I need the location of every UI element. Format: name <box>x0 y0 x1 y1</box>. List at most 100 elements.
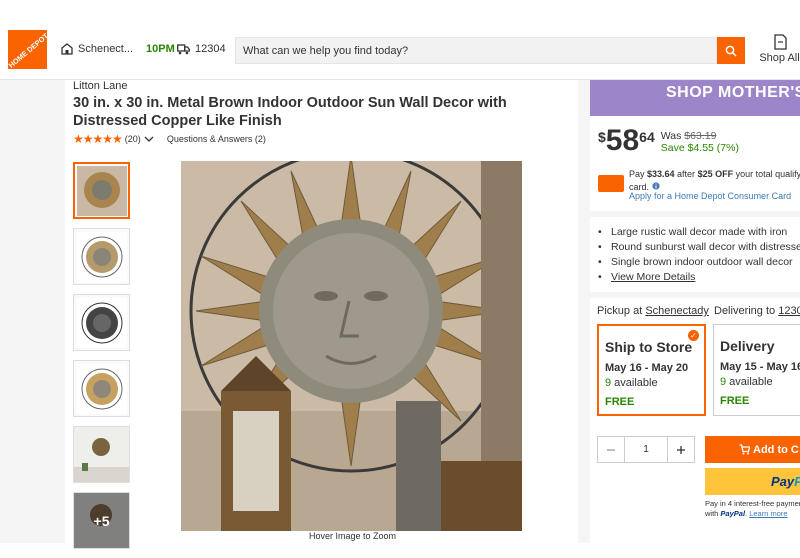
room-thumbnail-image <box>74 427 129 482</box>
ship-dates: May 16 - May 20 <box>605 362 689 374</box>
store-selector[interactable]: Schenect... 10PM <box>61 43 175 55</box>
sun-thumbnail-image <box>76 231 127 282</box>
minus-icon <box>607 448 615 451</box>
thumbnail-1[interactable] <box>73 162 130 219</box>
promo-text-part: Pay <box>629 169 648 179</box>
menu-icon <box>773 34 787 50</box>
product-hero-image[interactable] <box>181 161 522 531</box>
apply-card-link[interactable]: Apply for a Home Depot Consumer Card <box>629 191 791 201</box>
info-icon[interactable] <box>651 182 660 190</box>
zip-code: 12304 <box>195 43 226 55</box>
hover-zoom-hint: Hover Image to Zoom <box>309 531 397 541</box>
quantity-stepper: 1 <box>597 436 695 463</box>
store-close-time: 10PM <box>146 43 175 55</box>
decrement-button[interactable] <box>598 437 624 462</box>
highlight-item: Large rustic wall decor made with iron <box>598 225 800 240</box>
sun-thumbnail-image <box>76 297 127 348</box>
ship-availability: 9 available <box>605 377 698 389</box>
promo-line-1: Pay $33.64 after $25 OFF your total qual… <box>629 168 800 181</box>
highlight-item: Round sunburst wall decor with distresse… <box>598 240 800 255</box>
paypal-note-text: with <box>705 509 721 518</box>
was-price: $63.19 <box>684 130 717 142</box>
store-icon <box>61 43 73 55</box>
delivery-availability: 9 available <box>720 376 800 388</box>
was-label: Was <box>660 130 682 142</box>
promo-banner[interactable]: SHOP MOTHER'S D <box>590 80 800 116</box>
review-count[interactable]: (20) <box>125 134 141 144</box>
delivery-title: Delivery <box>720 338 775 354</box>
chevron-down-icon[interactable] <box>144 136 154 143</box>
paypal-learn-more-link[interactable]: Learn more <box>749 509 787 518</box>
ship-cost: FREE <box>605 396 635 408</box>
ship-to-store-option[interactable]: ✓ Ship to Store May 16 - May 20 9 availa… <box>597 324 706 416</box>
search-input[interactable]: What can we help you find today? <box>235 37 717 64</box>
promo-text-part: your total qualifying <box>735 169 800 179</box>
add-to-cart-button[interactable]: Add to C <box>705 436 800 463</box>
paypal-note-line-2: with PayPal. Learn more <box>705 509 800 519</box>
thumbnail-5[interactable] <box>73 426 130 483</box>
pickup-label: Pickup at <box>597 305 643 317</box>
product-main: Litton Lane 30 in. x 30 in. Metal Brown … <box>65 80 578 549</box>
promo-amount: $33.64 <box>647 169 675 179</box>
shop-all-label: Shop All <box>759 52 800 64</box>
delivery-row: Delivering to 12304 <box>714 305 800 317</box>
quantity-input[interactable]: 1 <box>624 437 668 462</box>
paypal-note-brand: PayPal <box>720 509 746 518</box>
product-highlights: Large rustic wall decor made with iron R… <box>598 225 800 285</box>
delivery-zip-selector[interactable]: 12304 <box>177 43 226 55</box>
paypal-wordmark-a: Pay <box>771 474 795 489</box>
store-name: Schenect... <box>78 43 134 55</box>
price-cents: 64 <box>639 129 655 145</box>
thumbnail-2[interactable] <box>73 228 130 285</box>
paypal-note: Pay in 4 interest-free payments with Pay… <box>705 499 800 519</box>
sun-thumbnail-image <box>76 165 127 216</box>
deliver-label: Delivering to <box>714 305 776 317</box>
price-dollar-sign: $ <box>598 129 606 145</box>
thumbnail-3[interactable] <box>73 294 130 351</box>
paypal-wordmark-b: P <box>794 474 800 489</box>
plus-icon <box>677 445 685 454</box>
rating-stars[interactable]: ★★★★★ <box>73 132 123 146</box>
delivery-cost: FREE <box>720 395 750 407</box>
cart-icon <box>739 444 750 455</box>
thumbnail-more[interactable]: +5 <box>73 492 130 549</box>
promo-text-part: after <box>674 169 698 179</box>
delivery-dates: May 15 - May 16 <box>720 361 800 373</box>
search-icon <box>725 45 737 57</box>
promo-discount: $25 OFF <box>697 169 734 179</box>
product-brand[interactable]: Litton Lane <box>73 80 127 92</box>
thumbnail-4[interactable] <box>73 360 130 417</box>
was-price-block: Was $63.19 Save $4.55 (7%) <box>661 130 739 154</box>
delivery-option[interactable]: Delivery May 15 - May 16 9 available FRE… <box>713 324 800 416</box>
search-button[interactable] <box>717 37 745 64</box>
increment-button[interactable] <box>668 437 694 462</box>
price-dollars: 58 <box>605 124 640 157</box>
site-header: HOME DEPOT Schenect... 10PM 12304 What c… <box>0 0 800 80</box>
paypal-button[interactable]: PayP <box>705 468 800 495</box>
shop-all-button[interactable]: Shop All <box>757 34 800 64</box>
price-block: $ 58 64 Was $63.19 Save $4.55 (7%) <box>598 126 739 156</box>
ship-to-store-title: Ship to Store <box>605 339 693 355</box>
delivery-available-text: available <box>726 376 773 388</box>
product-title: 30 in. x 30 in. Metal Brown Indoor Outdo… <box>73 95 507 129</box>
delivery-zip-link[interactable]: 12304 <box>778 305 800 317</box>
more-images-count: +5 <box>74 493 129 548</box>
rating-row: ★★★★★ (20) Questions & Answers (2) <box>73 132 266 146</box>
questions-answers-link[interactable]: Questions & Answers (2) <box>167 134 266 144</box>
check-icon: ✓ <box>688 330 699 341</box>
truck-icon <box>177 43 190 54</box>
home-depot-logo[interactable]: HOME DEPOT <box>8 30 47 69</box>
section-divider <box>590 292 800 298</box>
view-more-details-link[interactable]: View More Details <box>598 270 800 285</box>
pickup-store-link[interactable]: Schenectady <box>645 305 709 317</box>
credit-card-icon <box>598 175 624 192</box>
highlight-item: Single brown indoor outdoor wall decor <box>598 255 800 270</box>
thumbnail-list: +5 <box>73 162 130 558</box>
savings-text: Save $4.55 (7%) <box>660 142 739 154</box>
logo-mark: HOME DEPOT <box>8 30 47 69</box>
sun-wall-decor-image <box>181 161 522 531</box>
ship-available-text: available <box>611 377 658 389</box>
page-body: Litton Lane 30 in. x 30 in. Metal Brown … <box>0 80 800 549</box>
add-to-cart-label: Add to C <box>753 444 799 456</box>
buy-box: SHOP MOTHER'S D $ 58 64 Was $63.19 Save … <box>590 80 800 543</box>
